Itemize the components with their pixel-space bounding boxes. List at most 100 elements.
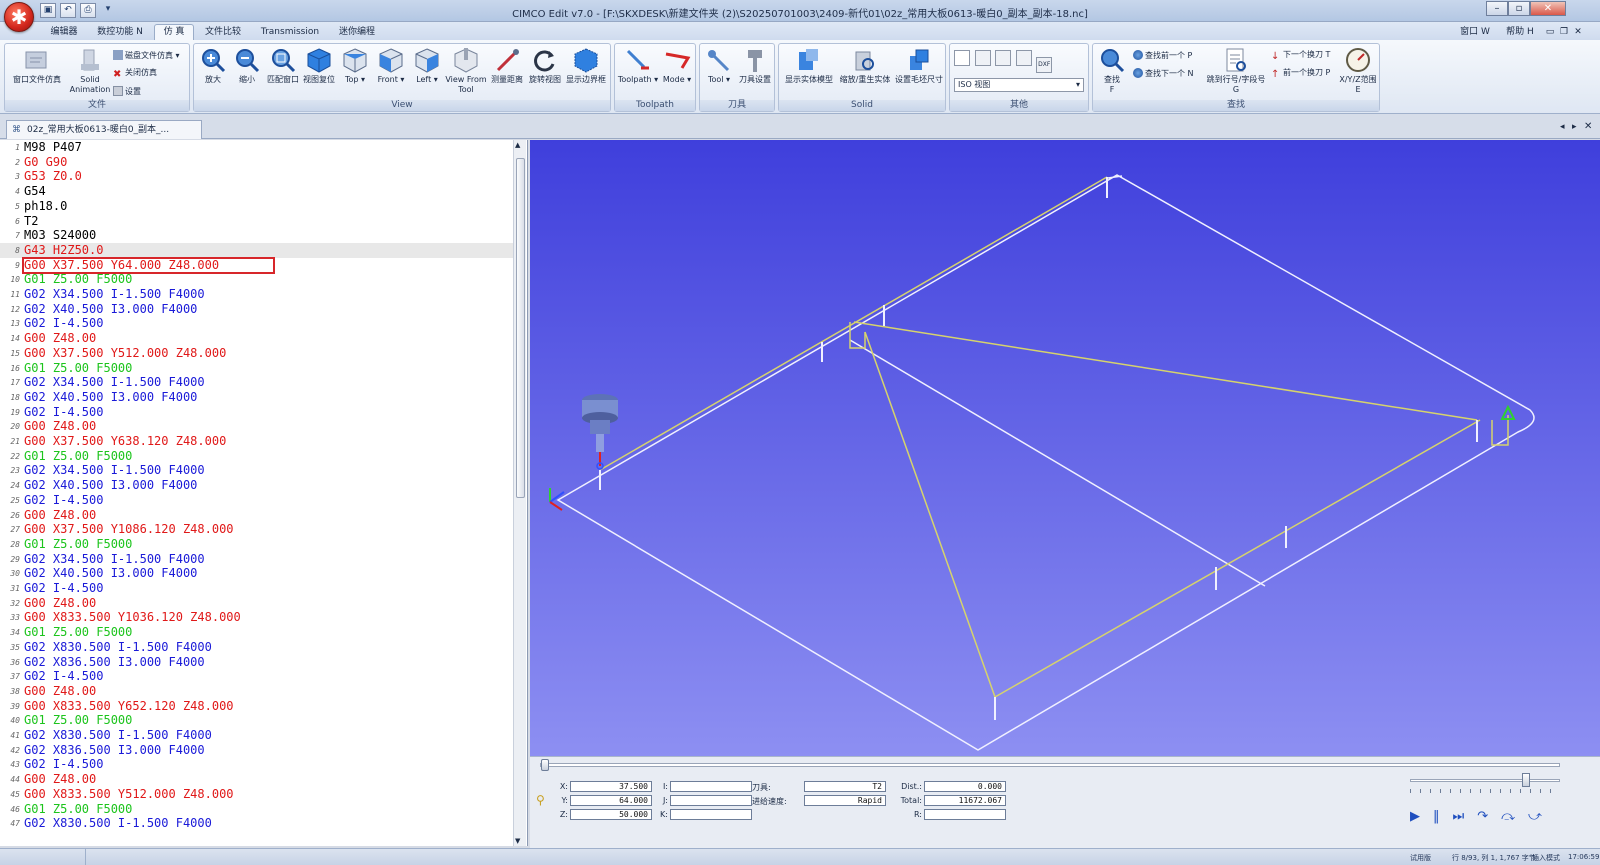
code-line[interactable]: 40 G01 Z5.00 F5000: [0, 713, 513, 728]
code-line[interactable]: 5 ph18.0: [0, 199, 513, 214]
next-tool-change-button[interactable]: ↓ 下一个换刀 T: [1271, 50, 1330, 62]
code-line[interactable]: 26 G00 Z48.00: [0, 508, 513, 523]
code-line[interactable]: 6 T2: [0, 214, 513, 229]
tool-button[interactable]: Tool ▾: [702, 46, 736, 85]
show-solid-model-button[interactable]: 显示实体模型: [781, 46, 837, 85]
code-line[interactable]: 23 G02 X34.500 I-1.500 F4000: [0, 463, 513, 478]
disk-file-sim-button[interactable]: 磁盘文件仿真 ▾: [113, 50, 180, 61]
code-line[interactable]: 34 G01 Z5.00 F5000: [0, 625, 513, 640]
step-forward-icon[interactable]: ⏭: [1453, 809, 1478, 824]
code-line[interactable]: 38 G00 Z48.00: [0, 684, 513, 699]
ribbon-minimize-icon[interactable]: ▭: [1544, 25, 1556, 40]
code-line[interactable]: 19 G02 I-4.500: [0, 405, 513, 420]
code-line[interactable]: 2 G0 G90: [0, 155, 513, 170]
zoom-regen-solid-button[interactable]: 缩放/重生实体: [837, 46, 893, 85]
code-line[interactable]: 14 G00 Z48.00: [0, 331, 513, 346]
tab-simulation[interactable]: 仿 真: [154, 24, 194, 40]
code-line[interactable]: 43 G02 I-4.500: [0, 757, 513, 772]
code-line[interactable]: 35 G02 X830.500 I-1.500 F4000: [0, 640, 513, 655]
code-line[interactable]: 42 G02 X836.500 I3.000 F4000: [0, 743, 513, 758]
tab-editor[interactable]: 编辑器: [44, 25, 84, 40]
close-tab-icon[interactable]: ✕: [1584, 121, 1592, 132]
menu-window[interactable]: 窗口 W: [1450, 25, 1500, 40]
wireframe-icon[interactable]: [1015, 50, 1032, 66]
step-tool-icon[interactable]: ⤻: [1528, 809, 1555, 824]
code-line[interactable]: 44 G00 Z48.00: [0, 772, 513, 787]
code-line[interactable]: 45 G00 X833.500 Y512.000 Z48.000: [0, 787, 513, 802]
code-line[interactable]: 33 G00 X833.500 Y1036.120 Z48.000: [0, 610, 513, 625]
code-line[interactable]: 1 M98 P407: [0, 140, 513, 155]
code-line[interactable]: 10 G01 Z5.00 F5000: [0, 272, 513, 287]
view-from-tool-button[interactable]: View From Tool: [444, 46, 488, 95]
editor-vertical-scrollbar[interactable]: ▲ ▼: [513, 140, 526, 846]
tab-transmission[interactable]: Transmission: [256, 25, 324, 40]
view-left-button[interactable]: Left ▾: [410, 46, 444, 85]
tool-settings-button[interactable]: 刀具设置: [736, 46, 774, 85]
scroll-down-icon[interactable]: ▼: [515, 837, 520, 845]
code-line[interactable]: 37 G02 I-4.500: [0, 669, 513, 684]
find-next-button[interactable]: 查找下一个 N: [1133, 68, 1194, 79]
layer-icon[interactable]: [995, 50, 1012, 66]
code-line[interactable]: 28 G01 Z5.00 F5000: [0, 537, 513, 552]
cimco-logo-icon[interactable]: ✱: [4, 2, 34, 32]
code-line[interactable]: 20 G00 Z48.00: [0, 419, 513, 434]
code-line[interactable]: 18 G02 X40.500 I3.000 F4000: [0, 390, 513, 405]
simulation-viewport[interactable]: [530, 140, 1600, 756]
fit-window-button[interactable]: 匹配窗口: [264, 46, 302, 85]
axis-icon[interactable]: [954, 50, 970, 66]
code-line[interactable]: 39 G00 X833.500 Y652.120 Z48.000: [0, 699, 513, 714]
rotate-view-button[interactable]: 旋转视图: [526, 46, 564, 85]
minimize-button[interactable]: –: [1486, 1, 1508, 16]
play-icon[interactable]: ▶: [1410, 809, 1433, 824]
grid-icon[interactable]: [974, 50, 991, 66]
tab-mini-programming[interactable]: 迷你编程: [334, 25, 380, 40]
code-line[interactable]: 12 G02 X40.500 I3.000 F4000: [0, 302, 513, 317]
goto-line-button[interactable]: 跳到行号/字段号 G: [1201, 46, 1271, 95]
set-stock-size-button[interactable]: 设置毛坯尺寸: [893, 46, 945, 85]
code-line[interactable]: 30 G02 X40.500 I3.000 F4000: [0, 566, 513, 581]
code-line[interactable]: 47 G02 X830.500 I-1.500 F4000: [0, 816, 513, 831]
zoom-out-button[interactable]: 缩小: [230, 46, 264, 85]
tab-file-compare[interactable]: 文件比较: [200, 25, 246, 40]
maximize-button[interactable]: ▫: [1508, 1, 1530, 16]
tab-nc-functions[interactable]: 数控功能 N: [92, 25, 148, 40]
show-bounding-box-button[interactable]: 显示边界框: [564, 46, 608, 85]
solid-animation-button[interactable]: Solid Animation: [67, 46, 113, 95]
code-line[interactable]: 15 G00 X37.500 Y512.000 Z48.000: [0, 346, 513, 361]
code-line[interactable]: 7 M03 S24000: [0, 228, 513, 243]
scrollbar-thumb[interactable]: [516, 158, 525, 498]
menu-help[interactable]: 帮助 H: [1500, 25, 1540, 40]
tab-scroll-left-icon[interactable]: ◂: [1560, 122, 1565, 132]
ribbon-restore-icon[interactable]: ❐: [1558, 25, 1570, 40]
view-top-button[interactable]: Top ▾: [338, 46, 372, 85]
close-window-button[interactable]: ✕: [1530, 1, 1566, 16]
code-line[interactable]: 36 G02 X836.500 I3.000 F4000: [0, 655, 513, 670]
toolpath-mode-button[interactable]: Mode ▾: [659, 46, 695, 85]
progress-slider-track[interactable]: [540, 759, 1560, 771]
ribbon-close-icon[interactable]: ✕: [1572, 25, 1584, 40]
find-previous-button[interactable]: 查找前一个 P: [1133, 50, 1192, 61]
code-line[interactable]: 4 G54: [0, 184, 513, 199]
view-front-button[interactable]: Front ▾: [374, 46, 408, 85]
code-line[interactable]: 31 G02 I-4.500: [0, 581, 513, 596]
step-motion-icon[interactable]: ↷: [1477, 809, 1501, 824]
code-line[interactable]: 32 G00 Z48.00: [0, 596, 513, 611]
speed-slider-thumb[interactable]: [1521, 773, 1530, 787]
code-line[interactable]: 11 G02 X34.500 I-1.500 F4000: [0, 287, 513, 302]
nc-code-editor[interactable]: 1 M98 P407 2 G0 G90 3 G53 Z0.0 4 G54 5 ph18.0 6 T2 7…: [0, 140, 528, 846]
pause-icon[interactable]: ‖: [1433, 809, 1453, 824]
document-tab[interactable]: ⌘ 02z_常用大板0613-暖白0_副本_...: [6, 120, 202, 139]
iso-view-select[interactable]: ISO 视图 ▾: [954, 78, 1084, 92]
xyz-range-button[interactable]: X/Y/Z范围 E: [1337, 46, 1379, 95]
find-button[interactable]: 查找 F: [1095, 46, 1129, 95]
code-line[interactable]: 17 G02 X34.500 I-1.500 F4000: [0, 375, 513, 390]
code-line[interactable]: 24 G02 X40.500 I3.000 F4000: [0, 478, 513, 493]
toolpath-button[interactable]: Toolpath ▾: [617, 46, 659, 85]
code-line[interactable]: 21 G00 X37.500 Y638.120 Z48.000: [0, 434, 513, 449]
measure-distance-button[interactable]: 测量距离: [488, 46, 526, 85]
code-line[interactable]: 27 G00 X37.500 Y1086.120 Z48.000: [0, 522, 513, 537]
window-file-sim-button[interactable]: 窗口文件仿真: [9, 46, 65, 85]
close-sim-button[interactable]: ✖ 关闭仿真: [113, 68, 157, 80]
view-reset-button[interactable]: 视图复位: [302, 46, 336, 85]
dxf-icon[interactable]: DXF: [1036, 57, 1053, 73]
